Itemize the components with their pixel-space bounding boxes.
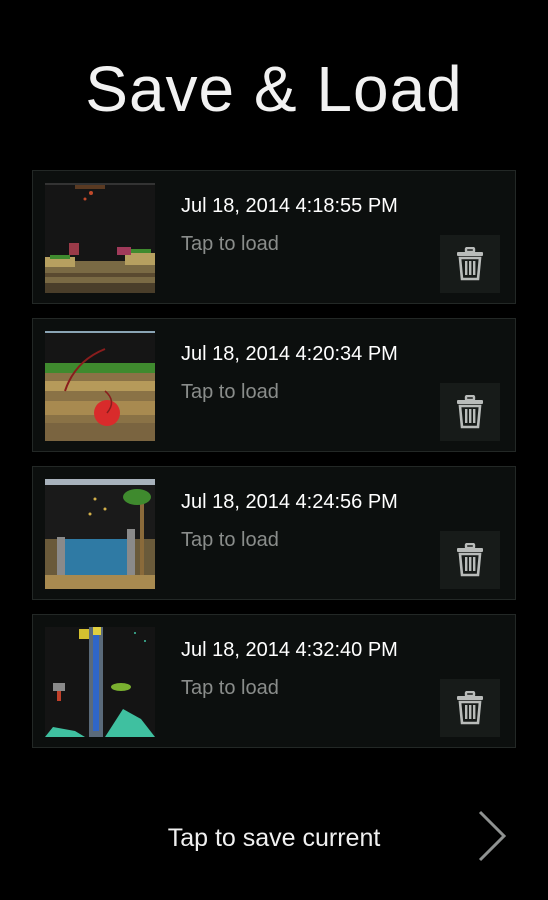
tap-to-load-hint: Tap to load: [181, 233, 279, 255]
delete-button[interactable]: [440, 235, 500, 293]
save-slot[interactable]: Jul 18, 2014 4:20:34 PM Tap to load: [32, 318, 516, 452]
save-thumbnail: [45, 479, 155, 589]
save-thumbnail: [45, 331, 155, 441]
trash-icon: [457, 691, 483, 725]
tap-to-load-hint: Tap to load: [181, 381, 279, 403]
save-slot-list: Jul 18, 2014 4:18:55 PM Tap to load Jul …: [32, 170, 516, 762]
delete-button[interactable]: [440, 383, 500, 441]
tap-to-load-hint: Tap to load: [181, 677, 279, 699]
trash-icon: [457, 395, 483, 429]
tap-to-load-hint: Tap to load: [181, 529, 279, 551]
save-date: Jul 18, 2014 4:18:55 PM: [181, 195, 398, 217]
save-date: Jul 18, 2014 4:20:34 PM: [181, 343, 398, 365]
chevron-right-icon[interactable]: [472, 808, 512, 864]
save-current-button[interactable]: Tap to save current: [0, 824, 548, 853]
save-current-bar[interactable]: Tap to save current: [0, 810, 548, 862]
delete-button[interactable]: [440, 679, 500, 737]
save-thumbnail: [45, 627, 155, 737]
trash-icon: [457, 247, 483, 281]
save-slot[interactable]: Jul 18, 2014 4:32:40 PM Tap to load: [32, 614, 516, 748]
save-thumbnail: [45, 183, 155, 293]
save-slot[interactable]: Jul 18, 2014 4:18:55 PM Tap to load: [32, 170, 516, 304]
page-title: Save & Load: [85, 53, 463, 125]
delete-button[interactable]: [440, 531, 500, 589]
save-date: Jul 18, 2014 4:24:56 PM: [181, 491, 398, 513]
save-date: Jul 18, 2014 4:32:40 PM: [181, 639, 398, 661]
trash-icon: [457, 543, 483, 577]
save-slot[interactable]: Jul 18, 2014 4:24:56 PM Tap to load: [32, 466, 516, 600]
